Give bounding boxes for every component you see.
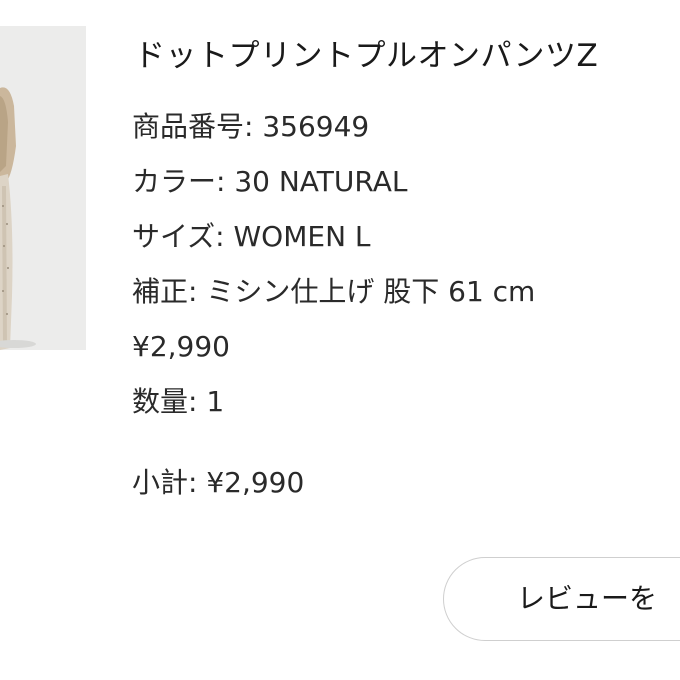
- product-photo-illustration: [0, 26, 86, 350]
- order-subtotal: 小計: ¥2,990: [132, 466, 305, 499]
- product-color: カラー: 30 NATURAL: [132, 165, 408, 198]
- product-size: サイズ: WOMEN L: [132, 220, 371, 253]
- product-quantity: 数量: 1: [132, 385, 225, 418]
- write-review-button[interactable]: レビューを: [443, 557, 680, 641]
- product-price: ¥2,990: [132, 330, 230, 363]
- product-number: 商品番号: 356949: [132, 110, 370, 143]
- write-review-label: レビューを: [517, 582, 658, 615]
- product-alteration: 補正: ミシン仕上げ 股下 61 cm: [132, 275, 536, 308]
- order-item-page: ドットプリントプルオンパンツZ 商品番号: 356949 カラー: 30 NAT…: [0, 0, 680, 680]
- product-thumbnail[interactable]: [0, 26, 86, 350]
- product-title[interactable]: ドットプリントプルオンパンツZ: [134, 36, 598, 76]
